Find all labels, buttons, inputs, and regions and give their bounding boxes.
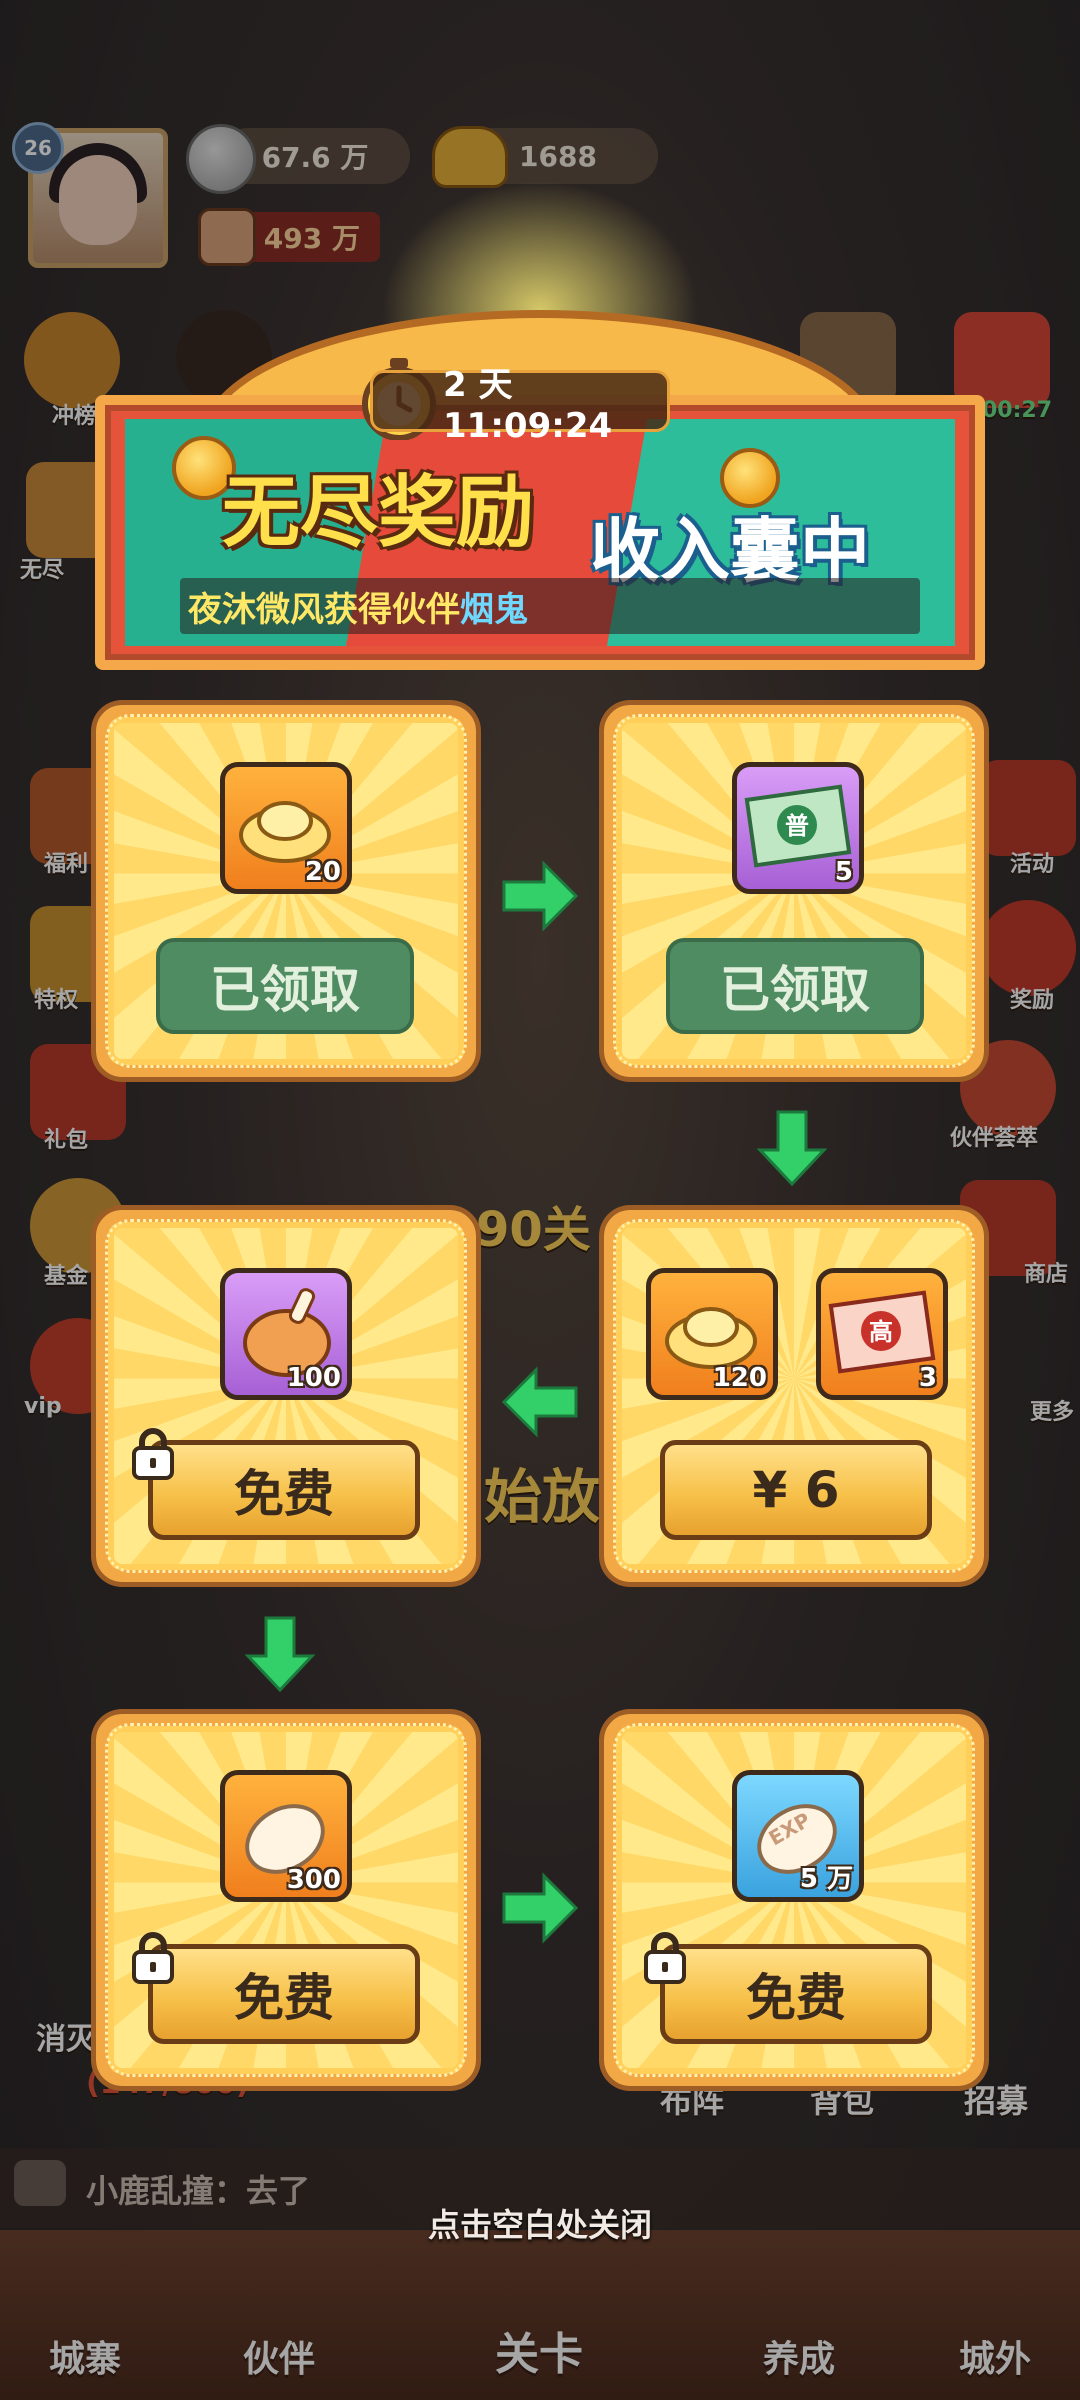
bg-stage-start: 始放 — [484, 1463, 601, 1531]
side-right-label-3: 奖励 — [1010, 988, 1055, 1013]
arrow-down-icon — [752, 1108, 832, 1188]
side-left-label-1: 无尽 — [20, 558, 65, 583]
claimed-button[interactable]: 已领取 — [156, 938, 414, 1034]
popup-title: 无尽奖励 — [222, 468, 535, 558]
side-left-label-6: vip — [24, 1394, 62, 1419]
side-right-timer: 00:27 — [982, 398, 1053, 423]
side-left-label-5: 基金 — [44, 1264, 89, 1289]
silver-coin-icon — [186, 124, 256, 194]
svg-text:高: 高 — [869, 1318, 893, 1346]
side-right-label-4: 伙伴荟萃 — [950, 1126, 1039, 1151]
item-quantity: 3 — [918, 1363, 937, 1393]
common-ticket-icon[interactable]: 普 5 — [732, 762, 864, 894]
nav-develop[interactable]: 养成 — [724, 2330, 874, 2382]
gold-ingot-icon[interactable]: 120 — [646, 1268, 778, 1400]
ticker-text: 夜沐微风获得伙伴 — [188, 589, 460, 630]
side-left-label-3: 特权 — [34, 988, 79, 1013]
arrow-left-icon — [500, 1362, 580, 1442]
bg-bar-2: 招募 — [964, 2082, 1029, 2120]
player-level-badge: 26 — [12, 122, 64, 174]
event-icon[interactable] — [980, 760, 1076, 856]
item-quantity: 5 — [834, 857, 853, 887]
item-quantity: 300 — [286, 1865, 341, 1895]
nav-stages[interactable]: 关卡 — [464, 2318, 614, 2382]
purchase-button[interactable]: ¥ 6 — [660, 1440, 932, 1540]
item-quantity: 100 — [286, 1363, 341, 1393]
arrow-right-icon — [500, 1868, 580, 1948]
lock-icon — [642, 1932, 688, 1984]
side-right-label-2: 活动 — [1010, 852, 1055, 877]
side-left-label-2: 福利 — [44, 852, 89, 877]
broadcast-ticker: 夜沐微风获得伙伴 烟鬼 — [180, 578, 920, 634]
side-left-label-0: 冲榜 — [52, 404, 97, 429]
nav-outside[interactable]: 城外 — [920, 2330, 1070, 2382]
arrow-right-icon — [500, 856, 580, 936]
ticker-highlight: 烟鬼 — [460, 589, 528, 630]
gift-box-icon[interactable] — [954, 312, 1050, 408]
claimed-button[interactable]: 已领取 — [666, 938, 924, 1034]
bun-icon[interactable]: 300 — [220, 1770, 352, 1902]
item-quantity: 20 — [304, 857, 341, 887]
side-right-label-6: 更多 — [1030, 1400, 1075, 1425]
side-right-label-5: 商店 — [1024, 1262, 1069, 1287]
item-quantity: 5 万 — [799, 1864, 853, 1894]
avatar-face — [59, 155, 137, 245]
arrow-down-icon — [240, 1614, 320, 1694]
item-quantity: 120 — [712, 1363, 767, 1393]
side-left-label-4: 礼包 — [44, 1128, 89, 1153]
free-claim-button[interactable]: 免费 — [148, 1440, 420, 1540]
rank-event-icon[interactable] — [24, 312, 120, 408]
bg-stage-level: 90关 — [476, 1202, 591, 1258]
nav-partners[interactable]: 伙伴 — [204, 2330, 354, 2382]
tap-to-close-hint[interactable]: 点击空白处关闭 — [0, 2200, 1080, 2246]
premium-ticket-icon[interactable]: 高 3 — [816, 1268, 948, 1400]
lock-icon — [130, 1932, 176, 1984]
countdown-timer: 2 天 11:09:24 — [370, 365, 670, 446]
roast-chicken-icon[interactable]: 100 — [220, 1268, 352, 1400]
free-claim-button[interactable]: 免费 — [660, 1944, 932, 2044]
nav-fortress[interactable]: 城寨 — [10, 2330, 160, 2382]
gold-ingot-icon[interactable]: 20 — [220, 762, 352, 894]
svg-text:普: 普 — [785, 812, 809, 840]
bg-quest-label: 消灭 — [36, 2022, 96, 2057]
fist-power-icon — [198, 208, 256, 266]
free-claim-button[interactable]: 免费 — [148, 1944, 420, 2044]
exp-bun-icon[interactable]: EXP 5 万 — [732, 1770, 864, 1902]
gold-ingot-add-icon[interactable] — [432, 126, 508, 188]
lock-icon — [130, 1428, 176, 1480]
